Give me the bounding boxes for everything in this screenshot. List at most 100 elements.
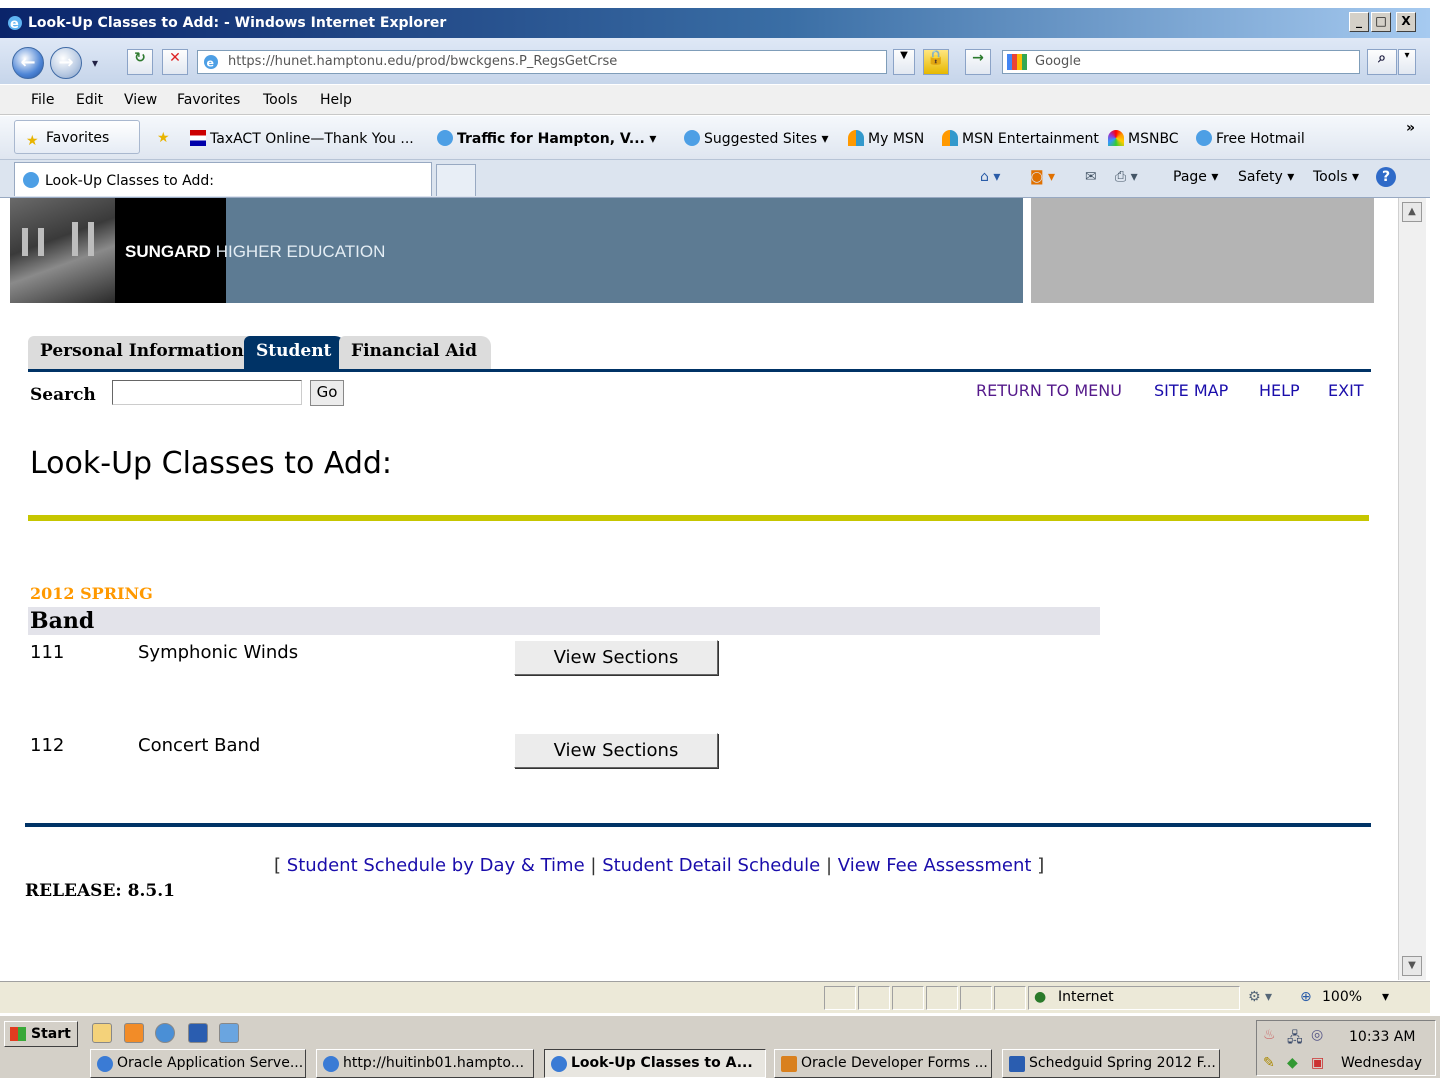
help-icon[interactable]: ? xyxy=(1376,167,1396,187)
ie-logo-icon: e xyxy=(6,14,24,32)
menu-tools[interactable]: Tools xyxy=(263,92,298,108)
fav-my-msn[interactable]: My MSN xyxy=(848,130,924,147)
scroll-up-arrow-icon[interactable]: ▲ xyxy=(1402,202,1422,222)
sungard-banner: SUNGARD HIGHER EDUCATION xyxy=(10,198,1023,303)
site-map-link[interactable]: SITE MAP xyxy=(1154,381,1228,400)
media-player-icon[interactable] xyxy=(155,1023,175,1043)
new-tab-button[interactable] xyxy=(436,164,476,196)
footer-links: [ Student Schedule by Day & Time | Stude… xyxy=(274,855,1044,876)
course-title: Symphonic Winds xyxy=(138,642,299,663)
ie-page-icon xyxy=(97,1056,113,1072)
vertical-scrollbar[interactable]: ▲ ▼ xyxy=(1398,198,1426,980)
java-tray-icon[interactable]: ♨ xyxy=(1263,1027,1276,1043)
menu-favorites[interactable]: Favorites xyxy=(177,92,240,108)
go-arrow-button[interactable]: → xyxy=(965,49,991,75)
start-button[interactable]: Start xyxy=(4,1021,78,1047)
site-search-input[interactable] xyxy=(112,380,302,405)
zoom-level[interactable]: 100% xyxy=(1322,989,1362,1005)
refresh-button[interactable]: ↻ xyxy=(127,49,153,75)
favorites-star-icon: ★ xyxy=(26,133,39,149)
feeds-icon[interactable]: ◙ ▾ xyxy=(1030,169,1055,185)
browser-tab-label: Look-Up Classes to Add: xyxy=(45,173,214,189)
exit-link[interactable]: EXIT xyxy=(1328,381,1364,400)
network-tray-icon[interactable]: 🖧 xyxy=(1287,1027,1303,1051)
fav-msn-entertainment[interactable]: MSN Entertainment xyxy=(942,130,1099,147)
tools-menu[interactable]: Tools ▾ xyxy=(1313,169,1359,185)
page-title: Look-Up Classes to Add: xyxy=(30,446,393,481)
zoom-dropdown-icon[interactable]: ▾ xyxy=(1382,989,1389,1005)
tab-financial-aid[interactable]: Financial Aid xyxy=(339,336,491,370)
search-options-dropdown[interactable]: ▾ xyxy=(1398,49,1416,75)
page-menu[interactable]: Page ▾ xyxy=(1173,169,1218,185)
task-label: Oracle Application Serve... xyxy=(117,1055,304,1071)
fav-traffic[interactable]: Traffic for Hampton, V... ▾ xyxy=(437,130,656,147)
student-schedule-by-day-link[interactable]: Student Schedule by Day & Time xyxy=(287,855,585,876)
display-tray-icon[interactable]: ▣ xyxy=(1311,1055,1324,1071)
menu-file[interactable]: File xyxy=(31,92,54,108)
security-zone: Internet xyxy=(1058,989,1114,1005)
brand-light: HIGHER EDUCATION xyxy=(215,242,386,261)
stop-button[interactable]: ✕ xyxy=(162,49,188,75)
search-go-icon[interactable]: ⌕ xyxy=(1367,49,1397,75)
taskbar-item-look-up-classes[interactable]: Look-Up Classes to A... xyxy=(544,1049,766,1078)
term-label: 2012 SPRING xyxy=(30,584,153,603)
java-icon xyxy=(781,1056,797,1072)
home-icon[interactable]: ⌂ ▾ xyxy=(980,169,1000,185)
pencil-tray-icon[interactable]: ✎ xyxy=(1263,1055,1275,1071)
return-to-menu-link[interactable]: RETURN TO MENU xyxy=(976,381,1122,400)
word-icon[interactable] xyxy=(188,1023,208,1043)
safety-menu[interactable]: Safety ▾ xyxy=(1238,169,1294,185)
release-label: RELEASE: 8.5.1 xyxy=(25,881,175,901)
recent-pages-dropdown-icon[interactable]: ▾ xyxy=(92,56,98,70)
view-fee-assessment-link[interactable]: View Fee Assessment xyxy=(838,855,1032,876)
view-sections-button[interactable]: View Sections xyxy=(514,640,718,675)
refresh-app-icon[interactable] xyxy=(219,1023,239,1043)
back-button[interactable]: ← xyxy=(12,47,44,79)
menu-help[interactable]: Help xyxy=(320,92,352,108)
scroll-down-arrow-icon[interactable]: ▼ xyxy=(1402,956,1422,976)
subject-header-bar xyxy=(28,607,1100,635)
protected-mode-icon[interactable]: ⚙ ▾ xyxy=(1248,989,1272,1005)
student-detail-schedule-link[interactable]: Student Detail Schedule xyxy=(602,855,820,876)
chevron-more-icon[interactable]: » xyxy=(1406,120,1415,136)
go-button[interactable]: Go xyxy=(310,380,344,406)
taskbar-item-huitinb01[interactable]: http://huitinb01.hampto... xyxy=(316,1049,534,1078)
taskbar-item-schedguid[interactable]: Schedguid Spring 2012 F... xyxy=(1002,1049,1220,1078)
fav-msnbc[interactable]: MSNBC xyxy=(1108,130,1179,147)
minimize-button[interactable]: _ xyxy=(1349,12,1369,32)
add-favorite-icon[interactable]: ★ xyxy=(157,130,170,146)
url-input[interactable]: e https://hunet.hamptonu.edu/prod/bwckge… xyxy=(197,50,887,74)
tab-underline xyxy=(28,369,1371,372)
tab-student[interactable]: Student xyxy=(244,336,346,370)
url-dropdown-button[interactable]: ▼ xyxy=(893,49,915,75)
explorer-folder-icon[interactable] xyxy=(92,1023,112,1043)
forward-button[interactable]: → xyxy=(50,47,82,79)
security-tray-icon[interactable]: ◆ xyxy=(1287,1055,1298,1071)
fav-suggested-sites[interactable]: Suggested Sites ▾ xyxy=(684,130,829,147)
tab-personal-information[interactable]: Personal Information xyxy=(28,336,258,370)
security-lock-icon[interactable]: 🔒 xyxy=(923,49,949,75)
subject-name: Band xyxy=(30,608,95,634)
search-engine-input[interactable]: Google xyxy=(1002,50,1360,74)
search-label: Search xyxy=(30,385,96,405)
maximize-button[interactable]: □ xyxy=(1371,12,1391,32)
read-mail-icon[interactable]: ✉ xyxy=(1085,169,1097,185)
sync-tray-icon[interactable]: ◎ xyxy=(1311,1027,1323,1043)
help-link[interactable]: HELP xyxy=(1259,381,1300,400)
fav-taxact[interactable]: TaxACT Online—Thank You ... xyxy=(190,130,414,147)
clock-time[interactable]: 10:33 AM xyxy=(1349,1029,1415,1045)
taskbar-item-oracle-app-server[interactable]: Oracle Application Serve... xyxy=(90,1049,306,1078)
taskbar-item-oracle-developer-forms[interactable]: Oracle Developer Forms ... xyxy=(774,1049,992,1078)
view-sections-button[interactable]: View Sections xyxy=(514,733,718,768)
clock-app-icon[interactable] xyxy=(124,1023,144,1043)
peacock-icon xyxy=(1108,130,1124,146)
fav-free-hotmail[interactable]: Free Hotmail xyxy=(1196,130,1305,147)
print-icon[interactable]: ⎙ ▾ xyxy=(1115,169,1138,185)
zoom-icon[interactable]: ⊕ xyxy=(1300,989,1312,1005)
window-title-bar[interactable]: e Look-Up Classes to Add: - Windows Inte… xyxy=(0,8,1430,38)
menu-view[interactable]: View xyxy=(124,92,157,108)
ie-page-icon xyxy=(323,1056,339,1072)
browser-tab-active[interactable]: Look-Up Classes to Add: xyxy=(14,162,432,196)
close-window-button[interactable]: X xyxy=(1396,12,1416,32)
menu-edit[interactable]: Edit xyxy=(76,92,103,108)
